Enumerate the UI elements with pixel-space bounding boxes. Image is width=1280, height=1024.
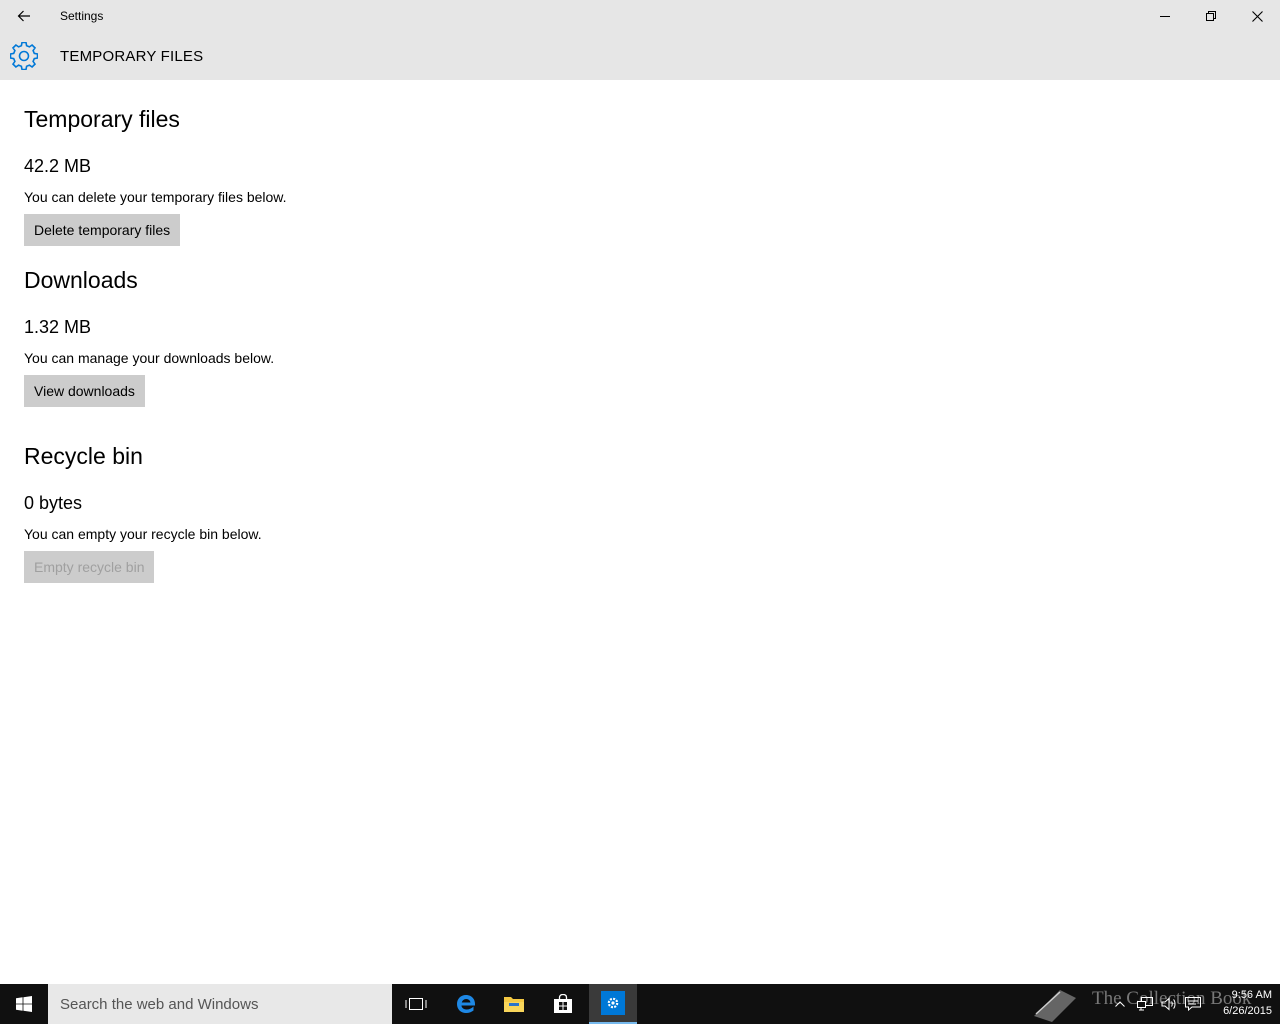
back-button[interactable] (0, 0, 48, 32)
restore-button[interactable] (1188, 0, 1234, 32)
edge-icon (457, 995, 476, 1013)
network-button[interactable] (1134, 984, 1156, 1024)
store-button[interactable] (539, 984, 587, 1024)
settings-taskbar-button[interactable] (589, 984, 637, 1024)
minimize-icon (1160, 16, 1170, 17)
downloads-description: You can manage your downloads below. (24, 350, 275, 366)
notifications-icon (1185, 997, 1201, 1011)
temp-files-heading: Temporary files (24, 106, 180, 132)
windows-logo-icon (16, 996, 32, 1012)
title-bar: Settings (0, 0, 1280, 32)
view-downloads-button[interactable]: View downloads (24, 375, 145, 407)
minimize-button[interactable] (1142, 0, 1188, 32)
edge-button[interactable] (442, 984, 490, 1024)
close-icon (1251, 10, 1263, 22)
chevron-up-icon (1115, 1001, 1125, 1007)
start-button[interactable] (0, 984, 48, 1024)
file-explorer-button[interactable] (490, 984, 538, 1024)
task-view-button[interactable] (392, 984, 440, 1024)
close-button[interactable] (1234, 0, 1280, 32)
restore-icon (1206, 11, 1216, 21)
taskbar: Search the web and Windows The Collectio… (0, 984, 1280, 1024)
network-icon (1137, 997, 1153, 1011)
downloads-size: 1.32 MB (24, 317, 92, 337)
page-title: TEMPORARY FILES (60, 48, 204, 65)
downloads-heading: Downloads (24, 267, 138, 293)
search-placeholder: Search the web and Windows (60, 996, 259, 1013)
action-center-button[interactable] (1182, 984, 1204, 1024)
recycle-bin-heading: Recycle bin (24, 443, 143, 469)
volume-icon (1161, 997, 1176, 1011)
clock[interactable]: 9:56 AM 6/26/2015 (1210, 987, 1272, 1019)
page-header: TEMPORARY FILES (0, 32, 1280, 80)
book-logo (1034, 990, 1076, 1022)
clock-time: 9:56 AM (1231, 989, 1272, 1001)
empty-recycle-bin-button[interactable]: Empty recycle bin (24, 551, 155, 583)
window-title: Settings (60, 9, 104, 23)
back-arrow-icon (17, 10, 30, 22)
show-hidden-icons-button[interactable] (1110, 984, 1130, 1024)
store-icon (554, 994, 572, 1013)
volume-button[interactable] (1158, 984, 1180, 1024)
temp-files-description: You can delete your temporary files belo… (24, 189, 287, 205)
recycle-bin-size: 0 bytes (24, 493, 83, 513)
task-view-icon (405, 998, 427, 1010)
temp-files-size: 42.2 MB (24, 156, 92, 176)
delete-temp-files-button[interactable]: Delete temporary files (24, 214, 181, 246)
search-box[interactable]: Search the web and Windows (48, 984, 392, 1024)
file-explorer-icon (504, 997, 524, 1012)
gear-icon (10, 42, 38, 70)
settings-icon (601, 991, 625, 1015)
recycle-bin-description: You can empty your recycle bin below. (24, 526, 262, 542)
clock-date: 6/26/2015 (1223, 1005, 1272, 1017)
